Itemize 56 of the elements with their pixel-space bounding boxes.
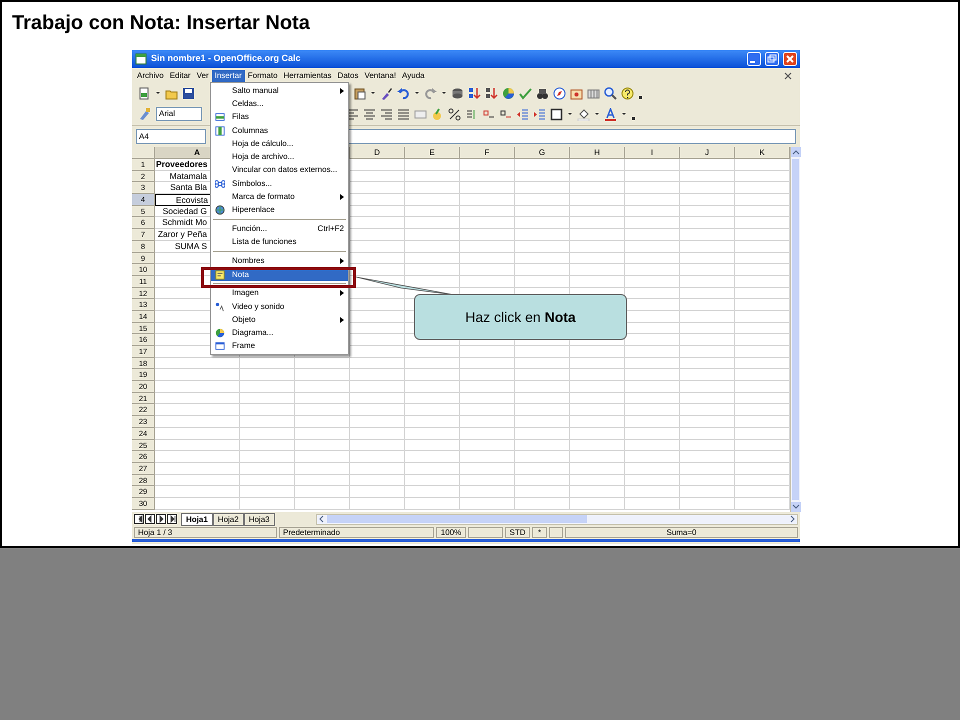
status-field: 100% [436,527,466,538]
cell-text: Schmidt Mo [161,217,207,228]
window-title: Sin nombre1 - OpenOffice.org Calc [151,52,302,66]
name-box[interactable]: A4 [136,129,206,144]
sheet-tab[interactable]: Hoja2 [212,512,244,526]
column-header[interactable]: K [735,147,790,159]
menu-item[interactable]: Ver [194,70,212,82]
menu-item[interactable]: Función... Ctrl+F2 [211,222,348,236]
menu-item[interactable]: Herramientas [280,70,335,82]
callout-text: Haz click en Nota [465,308,576,326]
slide-title: Trabajo con Nota: Insertar Nota [12,11,310,36]
menu-item[interactable]: Filas [211,110,348,124]
column-header[interactable]: D [350,147,405,159]
cell-text: Sociedad G [162,206,207,216]
column-header[interactable]: E [405,147,460,159]
column-header[interactable]: H [570,147,625,159]
menu-item[interactable]: Datos [334,70,362,82]
cell-text: Ecovista [174,195,208,205]
cell-text: Matamala [168,170,207,182]
column-header[interactable]: I [625,147,680,159]
menu-item[interactable]: Marca de formato [211,190,348,204]
column-header[interactable]: J [680,147,735,159]
cell-text: Proveedores [155,159,208,170]
menu-item[interactable]: Insertar [212,70,245,82]
menu-item[interactable]: Formato [244,70,281,82]
menu-item[interactable]: Editar [166,70,194,82]
menu-item[interactable]: Archivo [134,70,167,82]
menu-item[interactable]: Lista de funciones [211,236,348,250]
sheet-tab[interactable]: Hoja1 [181,512,213,526]
menu-item[interactable]: Celdas... [211,97,348,111]
column-header[interactable]: F [460,147,515,159]
status-field: Hoja 1 / 3 [134,527,277,538]
menu-item[interactable]: Objeto [211,313,348,327]
menu-item[interactable]: Ventana! [361,70,400,82]
cell-text: Santa Bla [169,182,207,194]
menu-item[interactable]: Ayuda [399,70,428,82]
menu-item[interactable]: Símbolos... [211,177,348,190]
status-field: Predeterminado [279,527,434,538]
menu-item[interactable]: Imagen [211,286,348,300]
menu-item[interactable]: Hiperenlace [211,204,348,217]
cell-text: SUMA S [174,240,207,252]
menu-item[interactable]: Columnas [211,124,348,138]
status-field: * [532,527,547,538]
menu-item[interactable]: Vincular con datos externos... [211,164,348,178]
shortcut-text: Ctrl+F2 [318,223,344,236]
menu-item[interactable]: Salto manual [211,84,348,98]
menu-item[interactable]: Nombres [211,254,348,268]
status-field: STD [505,527,530,538]
status-field: Suma=0 [565,527,798,538]
cell-text: Zaror y Peña [156,229,207,240]
column-header[interactable]: G [515,147,570,159]
menu-item[interactable]: Video y sonido [211,300,348,314]
menu-item[interactable]: Frame [211,340,348,354]
menu-item[interactable]: Diagrama... [211,326,348,340]
font-name-field[interactable]: Arial [156,107,202,121]
sheet-tab[interactable]: Hoja3 [244,512,275,526]
